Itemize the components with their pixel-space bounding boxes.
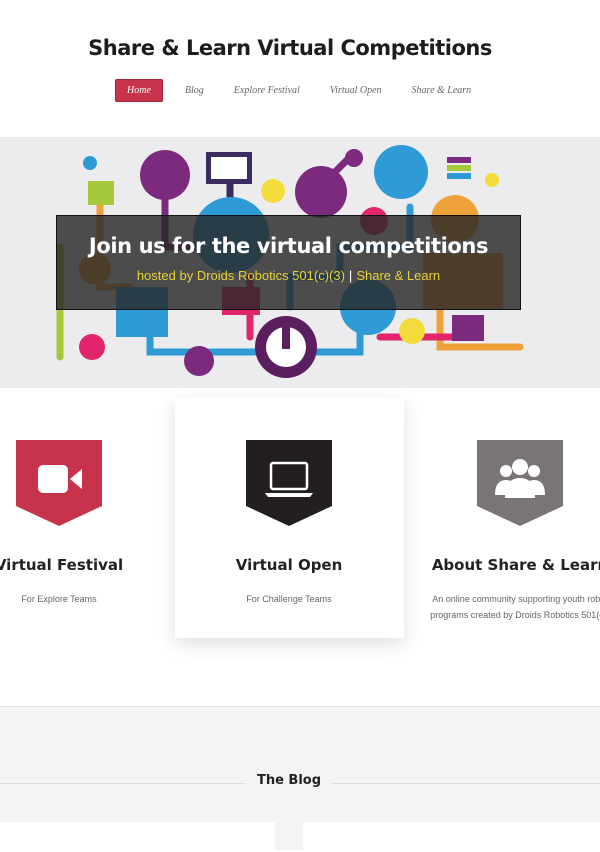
feature-desc-line2: programs created by Droids Robotics 501(… (430, 610, 600, 620)
feature-virtual-festival[interactable]: Virtual Festival For Explore Teams (0, 440, 174, 607)
blog-heading: The Blog (256, 773, 322, 788)
blog-post-card[interactable] (303, 822, 600, 852)
nav-virtual-open[interactable]: Virtual Open (318, 81, 394, 100)
nav-blog[interactable]: Blog (173, 81, 216, 100)
main-nav: Home Blog Explore Festival Virtual Open … (115, 79, 489, 102)
hero-banner: Join us for the virtual competitions hos… (0, 137, 600, 388)
feature-virtual-open[interactable]: Virtual Open For Challenge Teams (174, 440, 404, 607)
video-camera-icon (16, 440, 102, 526)
nav-explore-festival[interactable]: Explore Festival (222, 81, 312, 100)
feature-desc: For Challenge Teams (246, 594, 332, 604)
hero-host-link[interactable]: hosted by Droids Robotics 501(c)(3) (137, 268, 345, 283)
nav-home[interactable]: Home (115, 79, 163, 102)
feature-about-share-learn[interactable]: About Share & Learn An online community … (405, 440, 600, 623)
nav-share-learn[interactable]: Share & Learn (400, 81, 484, 100)
hero-caption-box: Join us for the virtual competitions hos… (56, 215, 521, 310)
hero-title: Join us for the virtual competitions (88, 234, 489, 258)
hero-subtitle-separator: | (348, 268, 353, 283)
hero-subtitle: hosted by Droids Robotics 501(c)(3) | Shar… (57, 268, 520, 283)
feature-title[interactable]: About Share & Learn (405, 556, 600, 574)
feature-desc-line1: An online community supporting youth rob… (432, 594, 600, 604)
feature-desc: For Explore Teams (21, 594, 97, 604)
feature-title[interactable]: Virtual Open (174, 556, 404, 574)
hero-share-learn-link[interactable]: Share & Learn (356, 268, 440, 283)
users-icon (477, 440, 563, 526)
feature-desc: An online community supporting youth rob… (405, 591, 600, 623)
feature-title[interactable]: Virtual Festival (0, 556, 174, 574)
site-title[interactable]: Share & Learn Virtual Competitions (0, 36, 580, 60)
laptop-icon (246, 440, 332, 526)
blog-post-card[interactable] (0, 822, 275, 852)
